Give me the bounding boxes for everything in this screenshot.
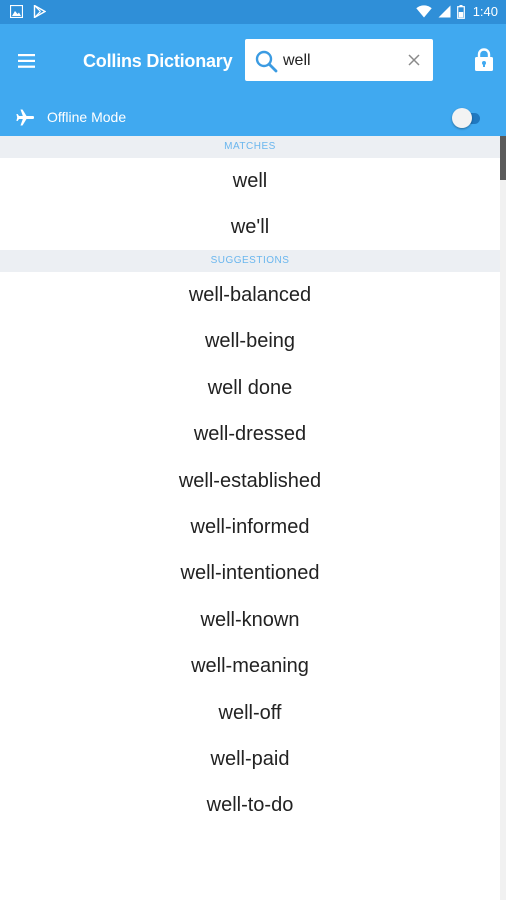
suggestion-item[interactable]: well-paid [0, 736, 500, 782]
status-bar-left-icons [10, 5, 46, 18]
app-title: Collins Dictionary [83, 51, 233, 71]
offline-mode-bar: Offline Mode [0, 100, 506, 136]
matches-header: MATCHES [0, 136, 500, 158]
status-bar: 1:40 [0, 0, 506, 24]
results-list[interactable]: MATCHES well we'll SUGGESTIONS well-bala… [0, 136, 500, 900]
suggestion-item[interactable]: well-to-do [0, 782, 500, 828]
matches-list: well we'll [0, 158, 500, 250]
offline-mode-toggle[interactable] [452, 108, 482, 128]
match-item[interactable]: well [0, 158, 500, 204]
suggestion-item[interactable]: well-intentioned [0, 550, 500, 596]
search-box[interactable] [245, 39, 433, 81]
app-bar: Collins Dictionary [0, 24, 506, 100]
lock-icon[interactable] [473, 48, 495, 72]
toggle-thumb [452, 108, 472, 128]
search-input[interactable] [283, 50, 403, 72]
status-bar-time: 1:40 [472, 4, 498, 19]
suggestion-item[interactable]: well-balanced [0, 272, 500, 318]
suggestions-header: SUGGESTIONS [0, 250, 500, 272]
suggestions-list: well-balanced well-being well done well-… [0, 272, 500, 829]
signal-icon [438, 5, 451, 18]
suggestion-item[interactable]: well-meaning [0, 643, 500, 689]
play-store-icon [33, 5, 46, 18]
suggestion-item[interactable]: well-established [0, 458, 500, 504]
suggestion-item[interactable]: well-off [0, 690, 500, 736]
wifi-icon [415, 5, 432, 18]
suggestion-item[interactable]: well-known [0, 597, 500, 643]
suggestion-item[interactable]: well-being [0, 318, 500, 364]
suggestion-item[interactable]: well-dressed [0, 411, 500, 457]
status-bar-right-icons: 1:40 [415, 4, 498, 19]
match-item[interactable]: we'll [0, 204, 500, 250]
hamburger-menu-icon[interactable] [16, 52, 38, 70]
close-icon[interactable] [407, 53, 421, 67]
search-icon [255, 50, 278, 73]
offline-mode-label: Offline Mode [47, 109, 127, 125]
scrollbar-thumb[interactable] [500, 136, 506, 180]
image-icon [10, 5, 23, 18]
suggestion-item[interactable]: well-informed [0, 504, 500, 550]
airplane-icon [16, 109, 34, 126]
scrollbar[interactable] [500, 136, 506, 900]
battery-icon [456, 4, 465, 19]
suggestion-item[interactable]: well done [0, 365, 500, 411]
